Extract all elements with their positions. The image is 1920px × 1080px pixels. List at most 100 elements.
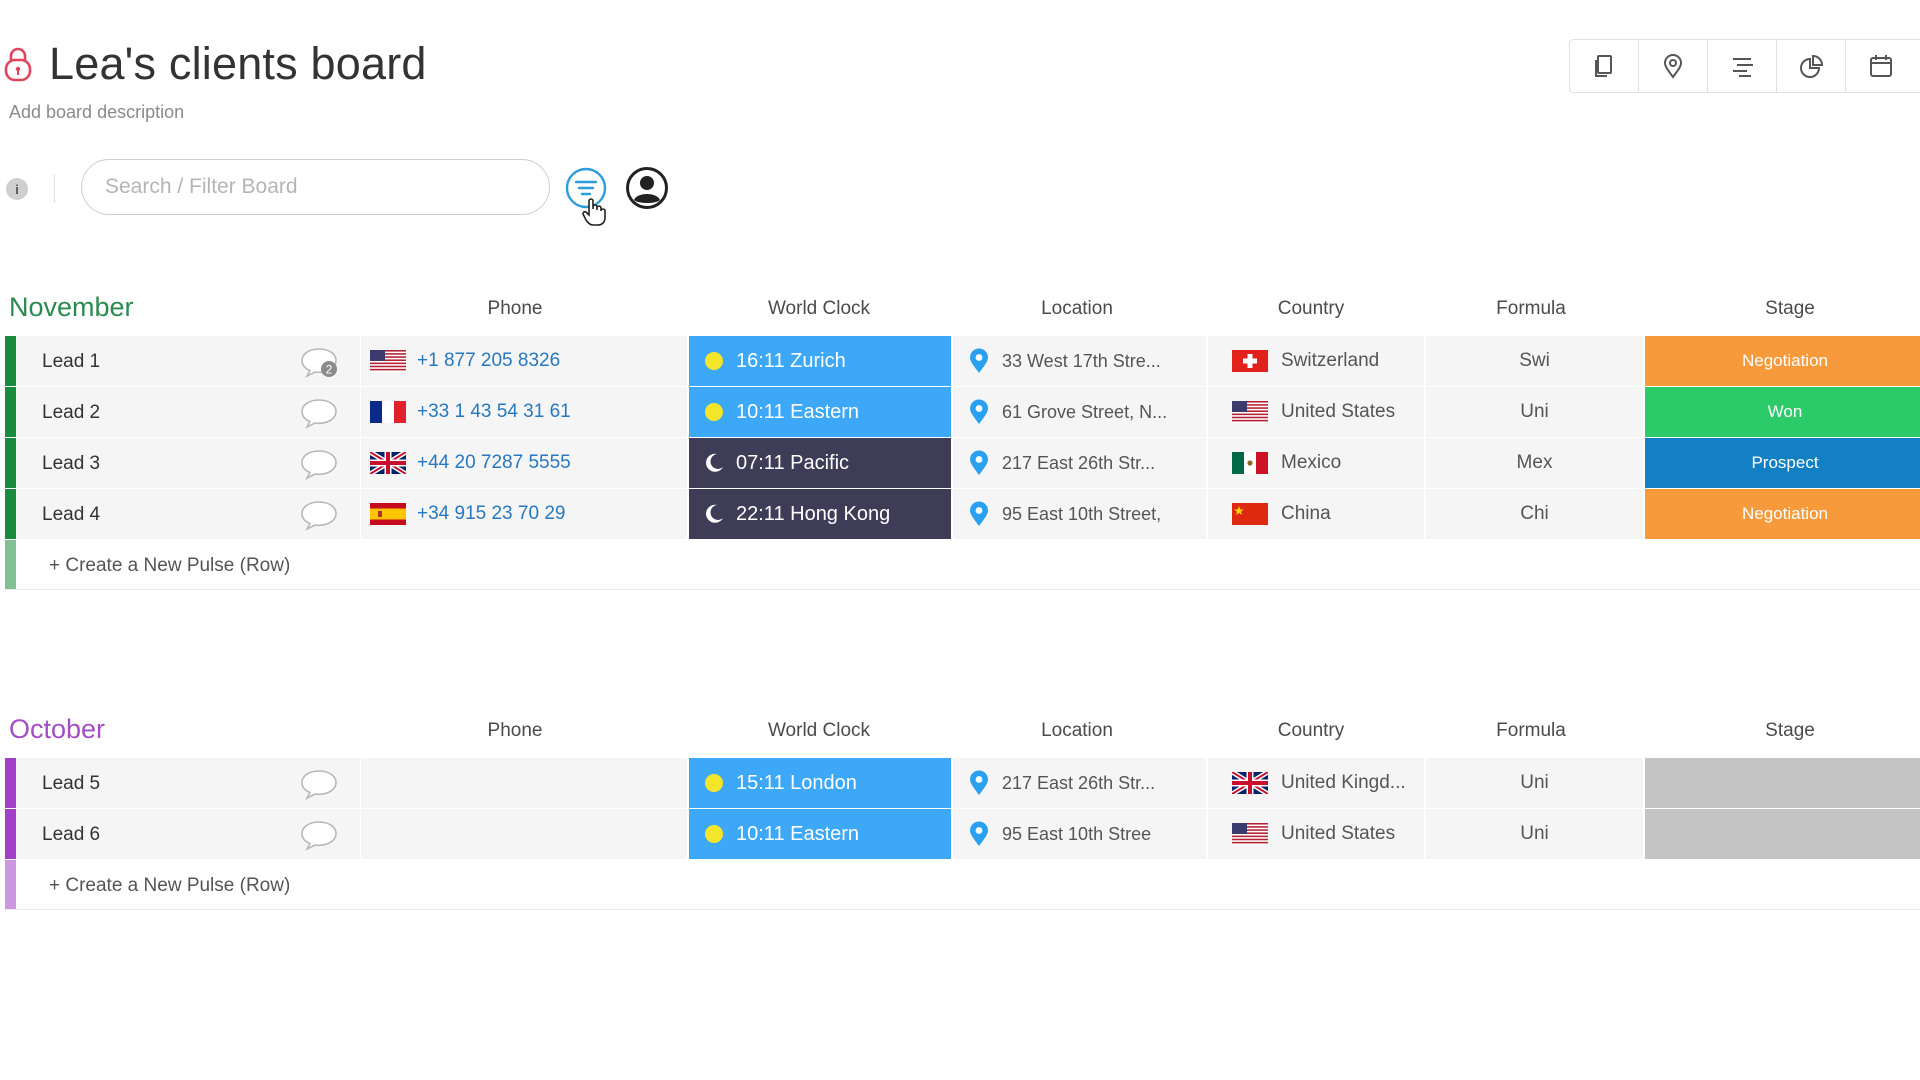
updates-bubble-icon[interactable] [299,768,339,800]
phone-cell[interactable] [361,809,687,859]
phone-number[interactable]: +1 877 205 8326 [417,350,560,372]
table-row[interactable]: Lead 2 +33 1 43 54 31 61 10:11 Eastern 6… [5,387,1920,437]
item-name-cell[interactable]: Lead 2 [16,387,360,437]
create-new-pulse-button[interactable]: + Create a New Pulse (Row) [49,875,290,897]
location-pin-icon [970,770,988,795]
item-name-cell[interactable]: Lead 4 [16,489,360,539]
board-title[interactable]: Lea's clients board [49,38,427,90]
column-header-phone[interactable]: Phone [415,720,615,742]
phone-cell[interactable]: +34 915 23 70 29 [361,489,687,539]
phone-cell[interactable]: +33 1 43 54 31 61 [361,387,687,437]
location-text: 61 Grove Street, N... [1002,401,1168,422]
item-name[interactable]: Lead 1 [42,351,100,373]
phone-cell[interactable] [361,758,687,808]
location-text: 217 East 26th Str... [1002,452,1156,473]
table-row[interactable]: Lead 5 15:11 London 217 East 26th Str...… [5,758,1920,808]
location-cell[interactable]: 95 East 10th Street, [953,489,1206,539]
stage-status[interactable] [1645,809,1920,859]
stage-status[interactable]: Negotiation [1645,489,1920,539]
updates-bubble-icon[interactable] [299,448,339,480]
group-color-bar [5,809,16,859]
pages-view-button[interactable] [1570,40,1639,92]
calendar-view-button[interactable] [1846,40,1916,92]
group-color-bar [5,860,16,909]
phone-number[interactable]: +44 20 7287 5555 [417,452,571,474]
info-icon[interactable]: i [6,178,28,200]
updates-bubble-icon[interactable] [299,819,339,851]
column-header-world-clock[interactable]: World Clock [709,298,929,320]
item-name-cell[interactable]: Lead 3 [16,438,360,488]
group-color-bar [5,336,16,386]
location-cell[interactable]: 61 Grove Street, N... [953,387,1206,437]
stage-status[interactable] [1645,758,1920,808]
create-new-pulse-row[interactable]: + Create a New Pulse (Row) [5,540,1920,590]
item-name-cell[interactable]: Lead 1 2 [16,336,360,386]
column-header-world-clock[interactable]: World Clock [709,720,929,742]
board-description[interactable]: Add board description [9,102,184,123]
country-cell[interactable]: United Kingd... [1208,758,1424,808]
column-header-location[interactable]: Location [977,720,1177,742]
item-name[interactable]: Lead 2 [42,402,100,424]
world-clock-cell[interactable]: 07:11 Pacific [689,438,951,488]
column-header-formula[interactable]: Formula [1431,720,1631,742]
phone-number[interactable]: +33 1 43 54 31 61 [417,401,571,423]
person-filter-icon[interactable] [625,166,669,210]
country-cell[interactable]: United States [1208,387,1424,437]
item-name[interactable]: Lead 6 [42,824,100,846]
country-cell[interactable]: China [1208,489,1424,539]
world-clock-cell[interactable]: 16:11 Zurich [689,336,951,386]
clock-time: 10:11 Eastern [736,400,860,423]
world-clock-cell[interactable]: 22:11 Hong Kong [689,489,951,539]
location-cell[interactable]: 33 West 17th Stre... [953,336,1206,386]
item-name[interactable]: Lead 4 [42,504,100,526]
column-header-stage[interactable]: Stage [1690,298,1890,320]
phone-cell[interactable]: +44 20 7287 5555 [361,438,687,488]
phone-cell[interactable]: +1 877 205 8326 [361,336,687,386]
timeline-view-button[interactable] [1708,40,1777,92]
column-header-stage[interactable]: Stage [1690,720,1890,742]
stage-status[interactable]: Negotiation [1645,336,1920,386]
create-new-pulse-row[interactable]: + Create a New Pulse (Row) [5,860,1920,910]
world-clock-cell[interactable]: 10:11 Eastern [689,809,951,859]
group-color-bar [5,489,16,539]
chart-view-button[interactable] [1777,40,1846,92]
country-cell[interactable]: United States [1208,809,1424,859]
table-row[interactable]: Lead 4 +34 915 23 70 29 22:11 Hong Kong … [5,489,1920,539]
svg-text:2: 2 [326,363,333,377]
table-row[interactable]: Lead 1 2 +1 877 205 8326 16:11 Zurich 33… [5,336,1920,386]
location-cell[interactable]: 217 East 26th Str... [953,438,1206,488]
updates-bubble-icon[interactable]: 2 [299,346,339,378]
world-clock-cell[interactable]: 15:11 London [689,758,951,808]
column-header-formula[interactable]: Formula [1431,298,1631,320]
column-header-country[interactable]: Country [1211,720,1411,742]
stage-status[interactable]: Prospect [1645,438,1920,488]
item-name-cell[interactable]: Lead 6 [16,809,360,859]
stage-status[interactable]: Won [1645,387,1920,437]
chart-icon [1800,54,1824,78]
group-title[interactable]: November [9,292,134,323]
formula-cell: Swi [1426,336,1643,386]
search-input[interactable] [81,159,550,215]
formula-cell: Chi [1426,489,1643,539]
updates-bubble-icon[interactable] [299,499,339,531]
updates-bubble-icon[interactable] [299,397,339,429]
column-header-country[interactable]: Country [1211,298,1411,320]
item-name[interactable]: Lead 5 [42,773,100,795]
item-name-cell[interactable]: Lead 5 [16,758,360,808]
country-cell[interactable]: Switzerland [1208,336,1424,386]
column-header-phone[interactable]: Phone [415,298,615,320]
lock-icon [4,47,32,82]
table-row[interactable]: Lead 6 10:11 Eastern 95 East 10th Stree … [5,809,1920,859]
map-view-button[interactable] [1639,40,1708,92]
table-row[interactable]: Lead 3 +44 20 7287 5555 07:11 Pacific 21… [5,438,1920,488]
location-cell[interactable]: 95 East 10th Stree [953,809,1206,859]
phone-number[interactable]: +34 915 23 70 29 [417,503,565,525]
column-header-location[interactable]: Location [977,298,1177,320]
world-clock-cell[interactable]: 10:11 Eastern [689,387,951,437]
group-color-bar [5,540,16,589]
create-new-pulse-button[interactable]: + Create a New Pulse (Row) [49,555,290,577]
location-cell[interactable]: 217 East 26th Str... [953,758,1206,808]
item-name[interactable]: Lead 3 [42,453,100,475]
group-title[interactable]: October [9,714,105,745]
country-cell[interactable]: Mexico [1208,438,1424,488]
